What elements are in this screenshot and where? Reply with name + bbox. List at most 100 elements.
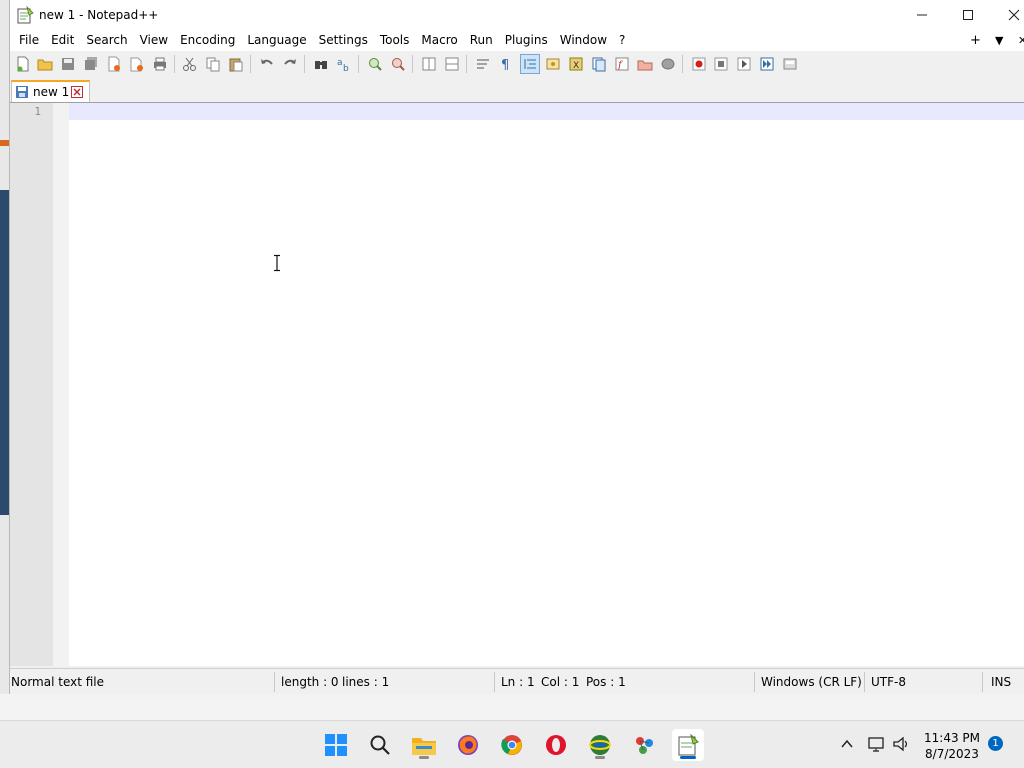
status-insert-mode[interactable]: INS (991, 675, 1011, 689)
macro-record-button[interactable] (689, 54, 709, 74)
taskbar-firefox[interactable] (452, 729, 484, 761)
folder-workspace-button[interactable] (635, 54, 655, 74)
save-button[interactable] (58, 54, 78, 74)
replace-icon: ab (337, 58, 349, 72)
doc-map-icon: X (569, 57, 583, 71)
menu-language[interactable]: Language (241, 30, 312, 51)
close-all-button[interactable] (127, 54, 147, 74)
svg-text:a: a (337, 58, 343, 68)
menu-macro[interactable]: Macro (415, 30, 463, 51)
close-doc-button[interactable]: ✕ (1018, 30, 1024, 51)
status-encoding[interactable]: UTF-8 (871, 675, 906, 689)
taskbar-clock[interactable]: 11:43 PM 8/7/2023 (920, 730, 984, 762)
status-eol[interactable]: Windows (CR LF) (761, 675, 862, 689)
new-file-button[interactable] (13, 54, 33, 74)
molecule-icon (636, 737, 653, 754)
macro-run-multiple-button[interactable] (757, 54, 777, 74)
svg-text:X: X (573, 61, 579, 71)
open-file-button[interactable] (35, 54, 55, 74)
taskbar-app-green[interactable] (584, 729, 616, 761)
word-wrap-icon (477, 59, 489, 69)
zoom-out-button[interactable] (388, 54, 408, 74)
indent-guide-button[interactable] (520, 54, 540, 74)
menu-tools[interactable]: Tools (374, 30, 416, 51)
menu-help[interactable]: ? (613, 30, 631, 51)
paste-icon (229, 58, 243, 72)
sync-vertical-icon (422, 57, 436, 71)
save-all-button[interactable] (81, 54, 101, 74)
taskbar-file-explorer[interactable] (408, 729, 440, 761)
taskbar-opera[interactable] (540, 729, 572, 761)
current-line-highlight (69, 103, 1024, 120)
monitoring-button[interactable] (658, 54, 678, 74)
macro-save-button[interactable] (780, 54, 800, 74)
show-hidden-icons-button[interactable] (836, 733, 858, 755)
taskbar-chrome[interactable] (496, 729, 528, 761)
zoom-in-button[interactable] (365, 54, 385, 74)
menu-search[interactable]: Search (80, 30, 133, 51)
taskbar-notepadpp[interactable] (672, 729, 704, 761)
paste-button[interactable] (226, 54, 246, 74)
status-file-type: Normal text file (11, 675, 105, 689)
redo-button[interactable] (280, 54, 300, 74)
notepadpp-icon (678, 734, 699, 756)
menu-view[interactable]: View (134, 30, 174, 51)
menu-plugins[interactable]: Plugins (499, 30, 554, 51)
menu-run[interactable]: Run (464, 30, 499, 51)
user-lang-button[interactable] (543, 54, 563, 74)
open-folder-icon (37, 59, 53, 71)
doc-list-button[interactable] (589, 54, 609, 74)
title-bar[interactable]: new 1 - Notepad++ (10, 0, 1024, 30)
cut-button[interactable] (180, 54, 200, 74)
sync-horizontal-button[interactable] (442, 54, 462, 74)
minimize-button[interactable] (899, 0, 945, 30)
volume-button[interactable] (890, 733, 912, 755)
toolbar: ab ¶ X f (10, 51, 1024, 76)
notification-badge[interactable]: 1 (988, 736, 1003, 751)
pilcrow-icon: ¶ (501, 58, 509, 72)
taskbar: 11:43 PM 8/7/2023 (0, 720, 1024, 768)
print-button[interactable] (150, 54, 170, 74)
add-tab-button[interactable]: + (970, 30, 981, 51)
tab-list-button[interactable]: ▼ (995, 30, 1003, 51)
close-button[interactable] (991, 0, 1024, 30)
close-file-button[interactable] (104, 54, 124, 74)
tab-close-icon[interactable] (71, 86, 83, 98)
macro-stop-button[interactable] (711, 54, 731, 74)
macro-play-button[interactable] (734, 54, 754, 74)
chevron-up-icon (841, 739, 853, 748)
taskbar-app-molecule[interactable] (628, 729, 660, 761)
menu-encoding[interactable]: Encoding (174, 30, 241, 51)
function-list-button[interactable]: f (612, 54, 632, 74)
menu-file[interactable]: File (13, 30, 45, 51)
status-lines: lines : 1 (342, 675, 390, 689)
undo-button[interactable] (257, 54, 277, 74)
unsaved-icon (16, 86, 28, 98)
start-button[interactable] (320, 729, 352, 761)
notepadpp-icon (17, 6, 34, 24)
close-icon (1008, 9, 1020, 21)
word-wrap-button[interactable] (473, 54, 493, 74)
copy-button[interactable] (203, 54, 223, 74)
find-button[interactable] (311, 54, 331, 74)
taskbar-search-button[interactable] (364, 729, 396, 761)
copy-icon (206, 57, 220, 72)
folder-icon (412, 738, 436, 755)
clock-time: 11:43 PM (924, 731, 980, 745)
network-button[interactable] (866, 733, 888, 755)
menu-edit[interactable]: Edit (45, 30, 80, 51)
menu-window[interactable]: Window (554, 30, 613, 51)
tab-new-1[interactable]: new 1 (11, 80, 90, 102)
new-file-icon (17, 56, 29, 72)
folder-workspace-icon (637, 60, 653, 71)
doc-map-button[interactable]: X (566, 54, 586, 74)
replace-button[interactable]: ab (334, 54, 354, 74)
show-all-chars-button[interactable]: ¶ (496, 54, 516, 74)
fold-margin[interactable] (53, 103, 69, 666)
line-number: 1 (34, 105, 41, 118)
maximize-button[interactable] (945, 0, 991, 30)
scissors-icon (183, 57, 196, 71)
editor-area[interactable]: 1 (10, 102, 1024, 666)
sync-vertical-button[interactable] (419, 54, 439, 74)
menu-settings[interactable]: Settings (313, 30, 374, 51)
